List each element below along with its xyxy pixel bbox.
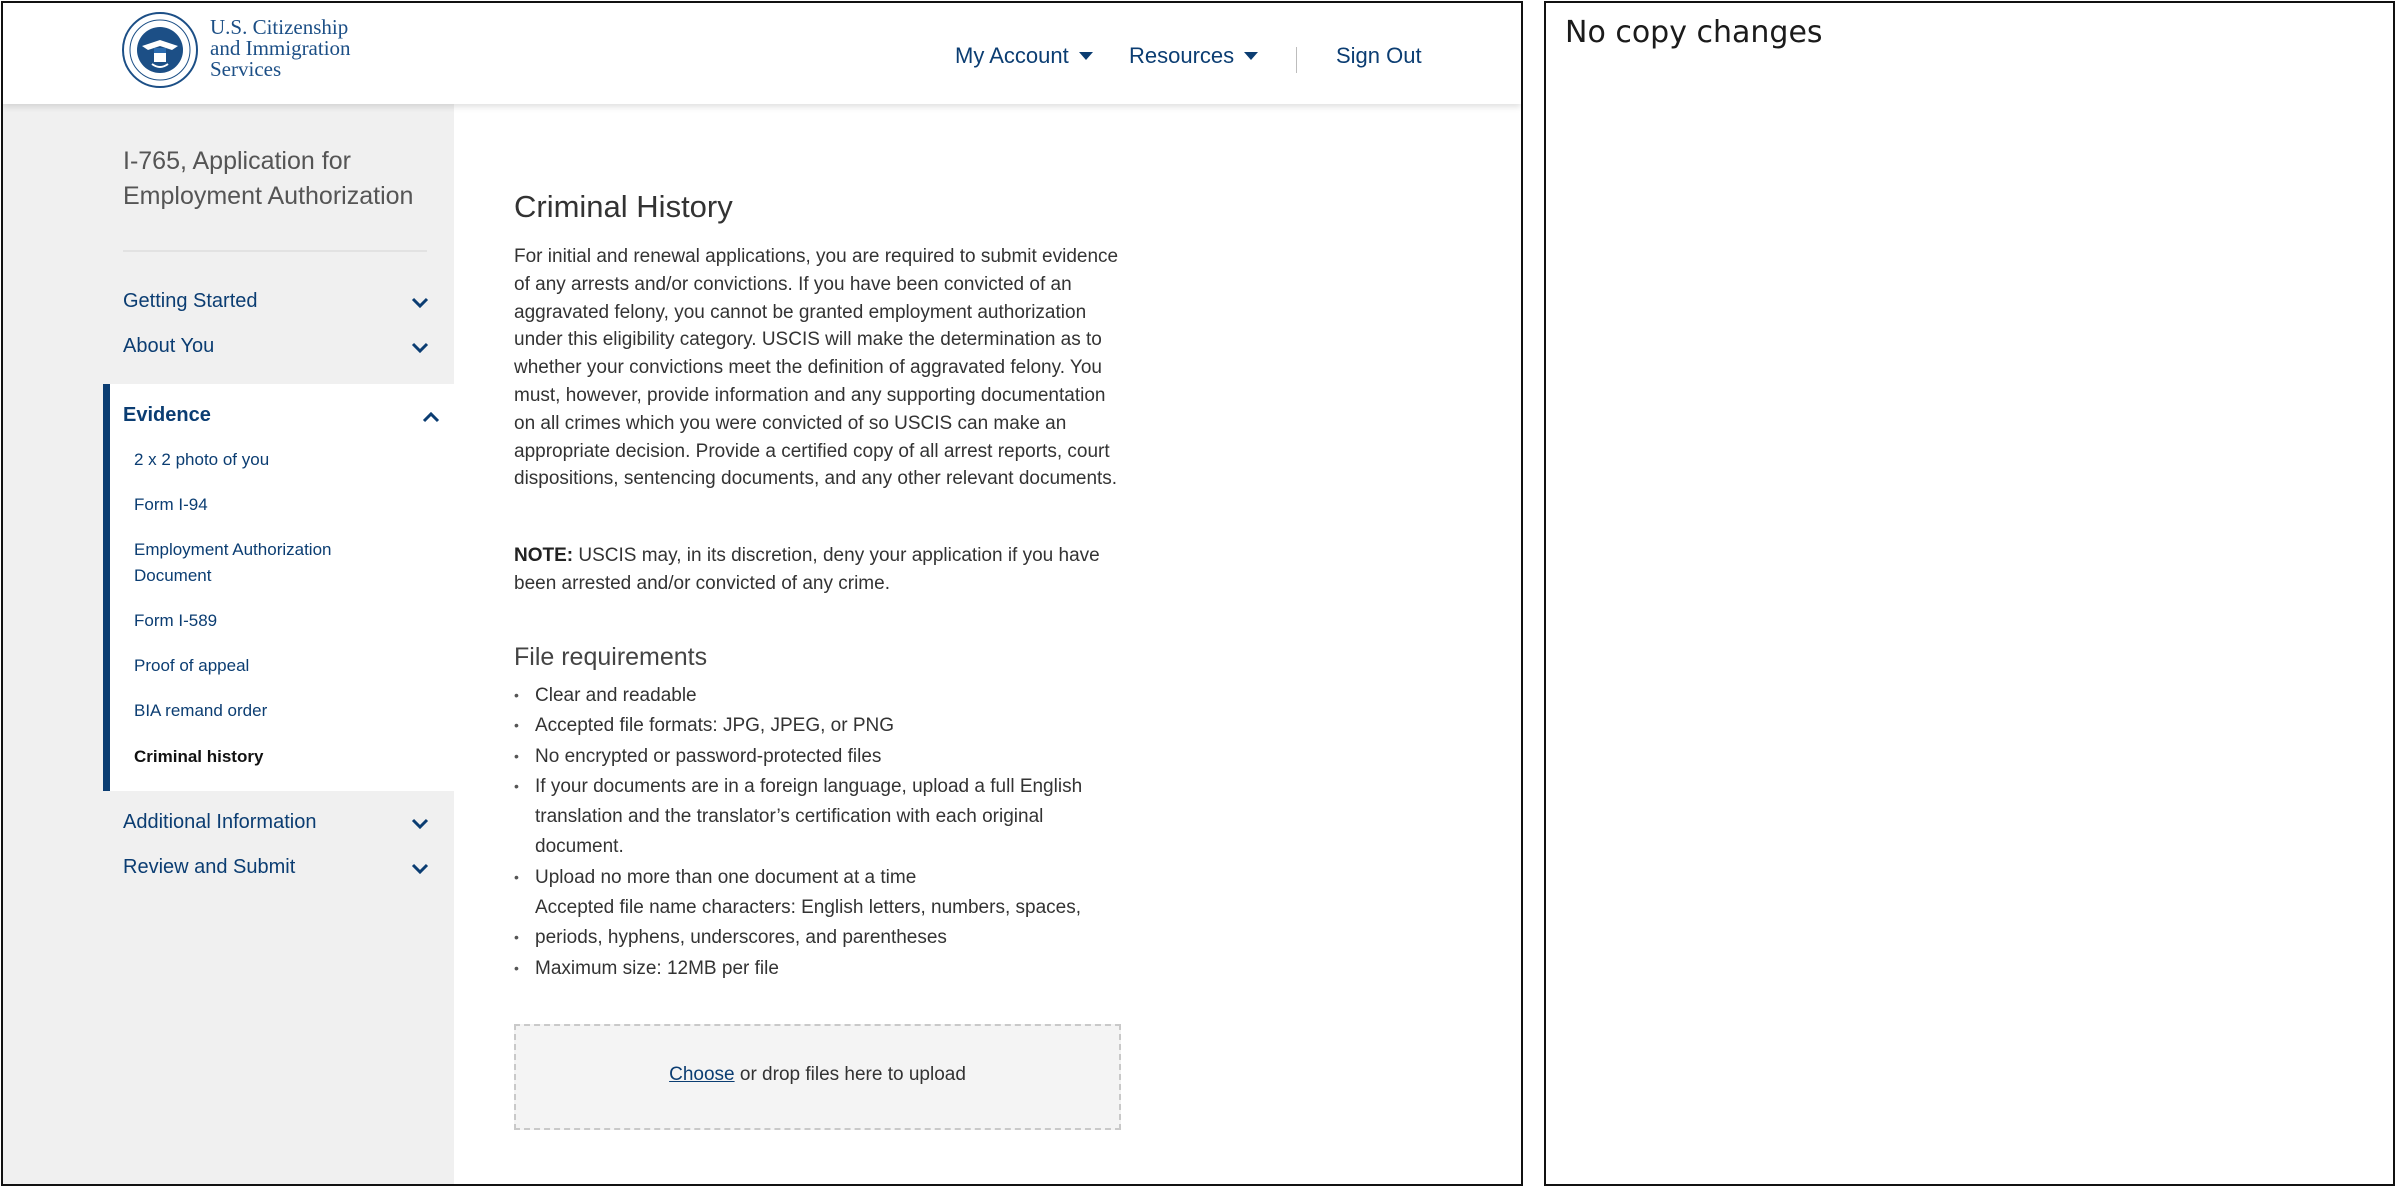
sidebar-subitem-form-i589[interactable]: Form I-589 xyxy=(134,608,394,634)
choose-file-link[interactable]: Choose xyxy=(669,1064,735,1085)
upload-text: or drop files here to upload xyxy=(734,1064,966,1085)
note-label: NOTE: xyxy=(514,545,574,566)
list-item: periods, hyphens, underscores, and paren… xyxy=(514,922,1134,953)
sidebar-subitem-ead[interactable]: Employment Authorization Document xyxy=(134,537,354,589)
agency-name-line-1: U.S. Citizenship xyxy=(210,15,349,39)
site-header: U.S. Citizenship and Immigration Service… xyxy=(3,3,1521,104)
sidebar-item-review-and-submit[interactable]: Review and Submit xyxy=(123,856,443,884)
chevron-down-icon xyxy=(411,297,429,309)
file-requirements-title: File requirements xyxy=(514,643,708,671)
chevron-down-icon xyxy=(411,342,429,354)
sidebar-item-label: Review and Submit xyxy=(123,856,296,878)
list-item: Maximum size: 12MB per file xyxy=(514,953,1134,984)
agency-name-line-3: Services xyxy=(210,57,282,81)
sign-out-link[interactable]: Sign Out xyxy=(1336,43,1422,69)
chevron-down-icon xyxy=(411,818,429,830)
list-item: No encrypted or password-protected files xyxy=(514,741,1134,772)
sidebar-subitem-form-i94[interactable]: Form I-94 xyxy=(134,492,394,518)
agency-name[interactable]: U.S. Citizenship and Immigration Service… xyxy=(210,17,351,80)
list-item: If your documents are in a foreign langu… xyxy=(514,771,1114,863)
file-drop-zone[interactable]: Choose or drop files here to upload xyxy=(514,1024,1121,1130)
sidebar-item-label: Getting Started xyxy=(123,290,258,312)
note-paragraph: NOTE: USCIS may, in its discretion, deny… xyxy=(514,542,1126,598)
file-requirements-list: Clear and readable Accepted file formats… xyxy=(514,680,1134,984)
page-title: Criminal History xyxy=(514,189,733,224)
my-account-label: My Account xyxy=(955,43,1069,68)
sidebar-item-label: About You xyxy=(123,335,215,357)
form-title: I-765, Application for Employment Author… xyxy=(123,147,414,210)
sidebar-subitem-proof-of-appeal[interactable]: Proof of appeal xyxy=(134,653,394,679)
annotation-panel: No copy changes xyxy=(1544,1,2395,1186)
agency-name-line-2: and Immigration xyxy=(210,36,351,60)
list-item: Clear and readable xyxy=(514,680,1134,711)
note-text: USCIS may, in its discretion, deny your … xyxy=(514,545,1100,594)
my-account-menu[interactable]: My Account xyxy=(955,43,1093,69)
list-item: Upload no more than one document at a ti… xyxy=(514,862,1134,893)
list-item: Accepted file formats: JPG, JPEG, or PNG xyxy=(514,710,1134,741)
chevron-up-icon[interactable] xyxy=(420,406,442,428)
chevron-down-icon xyxy=(411,863,429,875)
sidebar-subitem-bia-remand[interactable]: BIA remand order xyxy=(134,698,394,724)
sidebar-subitem-criminal-history[interactable]: Criminal history xyxy=(134,744,394,770)
sidebar-section-evidence: Evidence 2 x 2 photo of you Form I-94 Em… xyxy=(103,384,454,791)
list-item: Accepted file name characters: English l… xyxy=(535,897,1081,919)
resources-label: Resources xyxy=(1129,43,1235,68)
nav-divider xyxy=(1296,47,1297,73)
sidebar-divider xyxy=(123,250,427,252)
page-frame: U.S. Citizenship and Immigration Service… xyxy=(1,1,1523,1186)
upload-instructions: Choose or drop files here to upload xyxy=(516,1064,1119,1086)
intro-paragraph: For initial and renewal applications, yo… xyxy=(514,246,1119,490)
sidebar-item-getting-started[interactable]: Getting Started xyxy=(123,290,443,318)
sidebar: I-765, Application for Employment Author… xyxy=(3,104,454,1184)
dhs-seal-icon[interactable] xyxy=(122,12,198,88)
caret-down-icon xyxy=(1244,51,1259,60)
sidebar-item-about-you[interactable]: About You xyxy=(123,335,443,363)
caret-down-icon xyxy=(1078,51,1093,60)
sidebar-item-label: Additional Information xyxy=(123,811,317,833)
sidebar-item-additional-information[interactable]: Additional Information xyxy=(123,811,443,839)
sidebar-item-evidence[interactable]: Evidence xyxy=(123,404,211,427)
resources-menu[interactable]: Resources xyxy=(1129,43,1259,69)
sidebar-subitem-photo[interactable]: 2 x 2 photo of you xyxy=(134,447,394,473)
annotation-note: No copy changes xyxy=(1565,15,1823,50)
